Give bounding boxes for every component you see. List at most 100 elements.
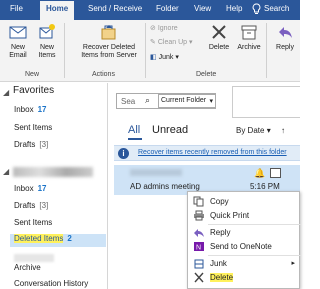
folder-item-sent[interactable]: Sent Items [14, 218, 52, 227]
ribbon-separator [266, 23, 267, 78]
new-group-label: New [25, 71, 40, 78]
tab-file[interactable]: File [10, 4, 23, 13]
junk-button[interactable]: ◧ Junk ▾ [150, 53, 179, 61]
tab-help[interactable]: Help [226, 4, 242, 13]
info-icon: i [118, 148, 129, 159]
menu-label: Reply [210, 228, 231, 237]
folder-label: Conversation History [14, 279, 89, 288]
folder-item-conversation-history[interactable]: Conversation History [14, 279, 88, 288]
folder-label: Sent Items [14, 123, 53, 132]
tab-search[interactable]: Search [264, 4, 289, 13]
svg-text:N: N [196, 245, 201, 252]
context-menu: Copy Quick Print Reply N Send to OneNote… [187, 191, 301, 289]
draft-count: [3] [39, 201, 49, 210]
bell-icon: 🔔 [254, 168, 266, 178]
sort-arrow-icon[interactable]: ↑ [281, 126, 285, 135]
tab-send-receive[interactable]: Send / Receive [88, 4, 142, 13]
ribbon-tab-bar: File Home Send / Receive Folder View Hel… [0, 0, 300, 20]
folder-item-deleted-items[interactable]: Deleted Items 2 [10, 234, 106, 247]
delete-x-icon [194, 272, 204, 283]
draft-count: [3] [39, 140, 49, 149]
menu-label: Copy [210, 197, 229, 206]
new-email-label: New Email [9, 44, 27, 59]
new-items-button[interactable]: New Items [33, 23, 61, 60]
chevron-down-icon: ▾ [266, 126, 271, 135]
new-items-label: New Items [38, 44, 56, 59]
tab-folder[interactable]: Folder [156, 4, 179, 13]
folder-label: Inbox [14, 105, 34, 114]
new-items-icon [39, 24, 55, 39]
folder-item-sent-favorite[interactable]: Sent Items [14, 123, 52, 132]
unread-count: 17 [37, 184, 47, 193]
onenote-icon: N [194, 242, 204, 252]
collapse-arrow-icon[interactable]: ◢ [3, 167, 9, 176]
chevron-down-icon: ▾ [188, 39, 193, 46]
sort-label: By Date [236, 126, 265, 135]
delete-label: Delete [208, 44, 230, 51]
chevron-down-icon: ▾ [175, 54, 179, 61]
delete-x-icon [212, 25, 226, 39]
folder-item-drafts-favorite[interactable]: Drafts [3] [14, 140, 48, 149]
folder-item-redacted[interactable] [14, 254, 54, 262]
archive-label: Archive [237, 44, 261, 51]
menu-item-quick-print[interactable]: Quick Print [188, 210, 301, 222]
folder-item-archive[interactable]: Archive [14, 263, 41, 272]
folder-label: Drafts [14, 201, 36, 210]
menu-label: Delete [210, 273, 234, 282]
recover-mailbox-icon [101, 25, 116, 40]
clean-up-button[interactable]: ✎ Clean Up ▾ [150, 38, 192, 46]
collapse-arrow-icon[interactable]: ◢ [3, 88, 9, 97]
archive-icon [241, 25, 257, 40]
lightbulb-icon [252, 3, 261, 15]
menu-item-reply[interactable]: Reply [188, 227, 301, 239]
ignore-icon: ⊘ [150, 25, 156, 32]
delete-button[interactable]: Delete [206, 23, 232, 52]
tab-all-underline [128, 138, 142, 140]
account-name-redacted[interactable] [13, 167, 93, 177]
menu-item-junk[interactable]: Junk ▸ [188, 258, 301, 270]
folder-item-drafts[interactable]: Drafts [3] [14, 201, 48, 210]
clean-up-icon: ✎ [150, 39, 156, 46]
junk-label: Junk [158, 54, 174, 61]
menu-label: Junk [210, 259, 227, 268]
new-email-button[interactable]: New Email [4, 23, 32, 60]
delete-group-label: Delete [196, 71, 217, 78]
folder-item-inbox[interactable]: Inbox 17 [14, 184, 46, 193]
recover-deleted-items-button[interactable]: Recover Deleted Items from Server [68, 23, 150, 60]
reply-button[interactable]: Reply [271, 23, 299, 52]
tab-view[interactable]: View [194, 4, 211, 13]
favorites-header[interactable]: Favorites [13, 85, 54, 96]
search-icon[interactable]: ⌕ [145, 95, 150, 106]
clean-up-label: Clean Up [157, 39, 188, 46]
unread-count: 17 [37, 105, 47, 114]
ribbon-search-box[interactable] [232, 86, 300, 118]
menu-separator [208, 255, 301, 256]
ignore-button[interactable]: ⊘ Ignore [150, 24, 178, 32]
actions-group-label: Actions [92, 71, 115, 78]
tab-all[interactable]: All [128, 124, 140, 136]
calendar-icon [270, 168, 281, 178]
folder-item-inbox-favorite[interactable]: Inbox 17 [14, 105, 46, 114]
menu-item-copy[interactable]: Copy [188, 196, 301, 208]
ribbon-separator [64, 23, 65, 78]
search-scope-value: Current Folder [161, 97, 207, 104]
folder-label: Deleted Items [14, 234, 64, 243]
sort-dropdown[interactable]: By Date ▾ ↑ [236, 126, 285, 135]
archive-button[interactable]: Archive [234, 23, 264, 52]
ribbon-separator [145, 23, 146, 78]
folder-pane: ◢ Favorites Inbox 17 Sent Items Drafts [3]… [0, 83, 108, 289]
tab-home[interactable]: Home [40, 1, 75, 20]
folder-label: Archive [14, 263, 41, 272]
recover-items-link[interactable]: Recover items recently removed from this… [138, 149, 287, 156]
copy-icon [193, 196, 204, 207]
printer-icon [194, 210, 204, 221]
sender-redacted [130, 169, 182, 176]
chevron-down-icon: ▾ [209, 98, 213, 105]
reply-label: Reply [276, 44, 294, 51]
search-scope-dropdown[interactable]: Current Folder ▾ [158, 94, 216, 108]
menu-item-delete[interactable]: Delete [188, 272, 301, 284]
junk-icon [194, 259, 204, 269]
recover-info-bar: i Recover items recently removed from th… [114, 145, 300, 161]
tab-unread[interactable]: Unread [152, 124, 188, 136]
menu-item-send-to-onenote[interactable]: N Send to OneNote [188, 241, 301, 253]
